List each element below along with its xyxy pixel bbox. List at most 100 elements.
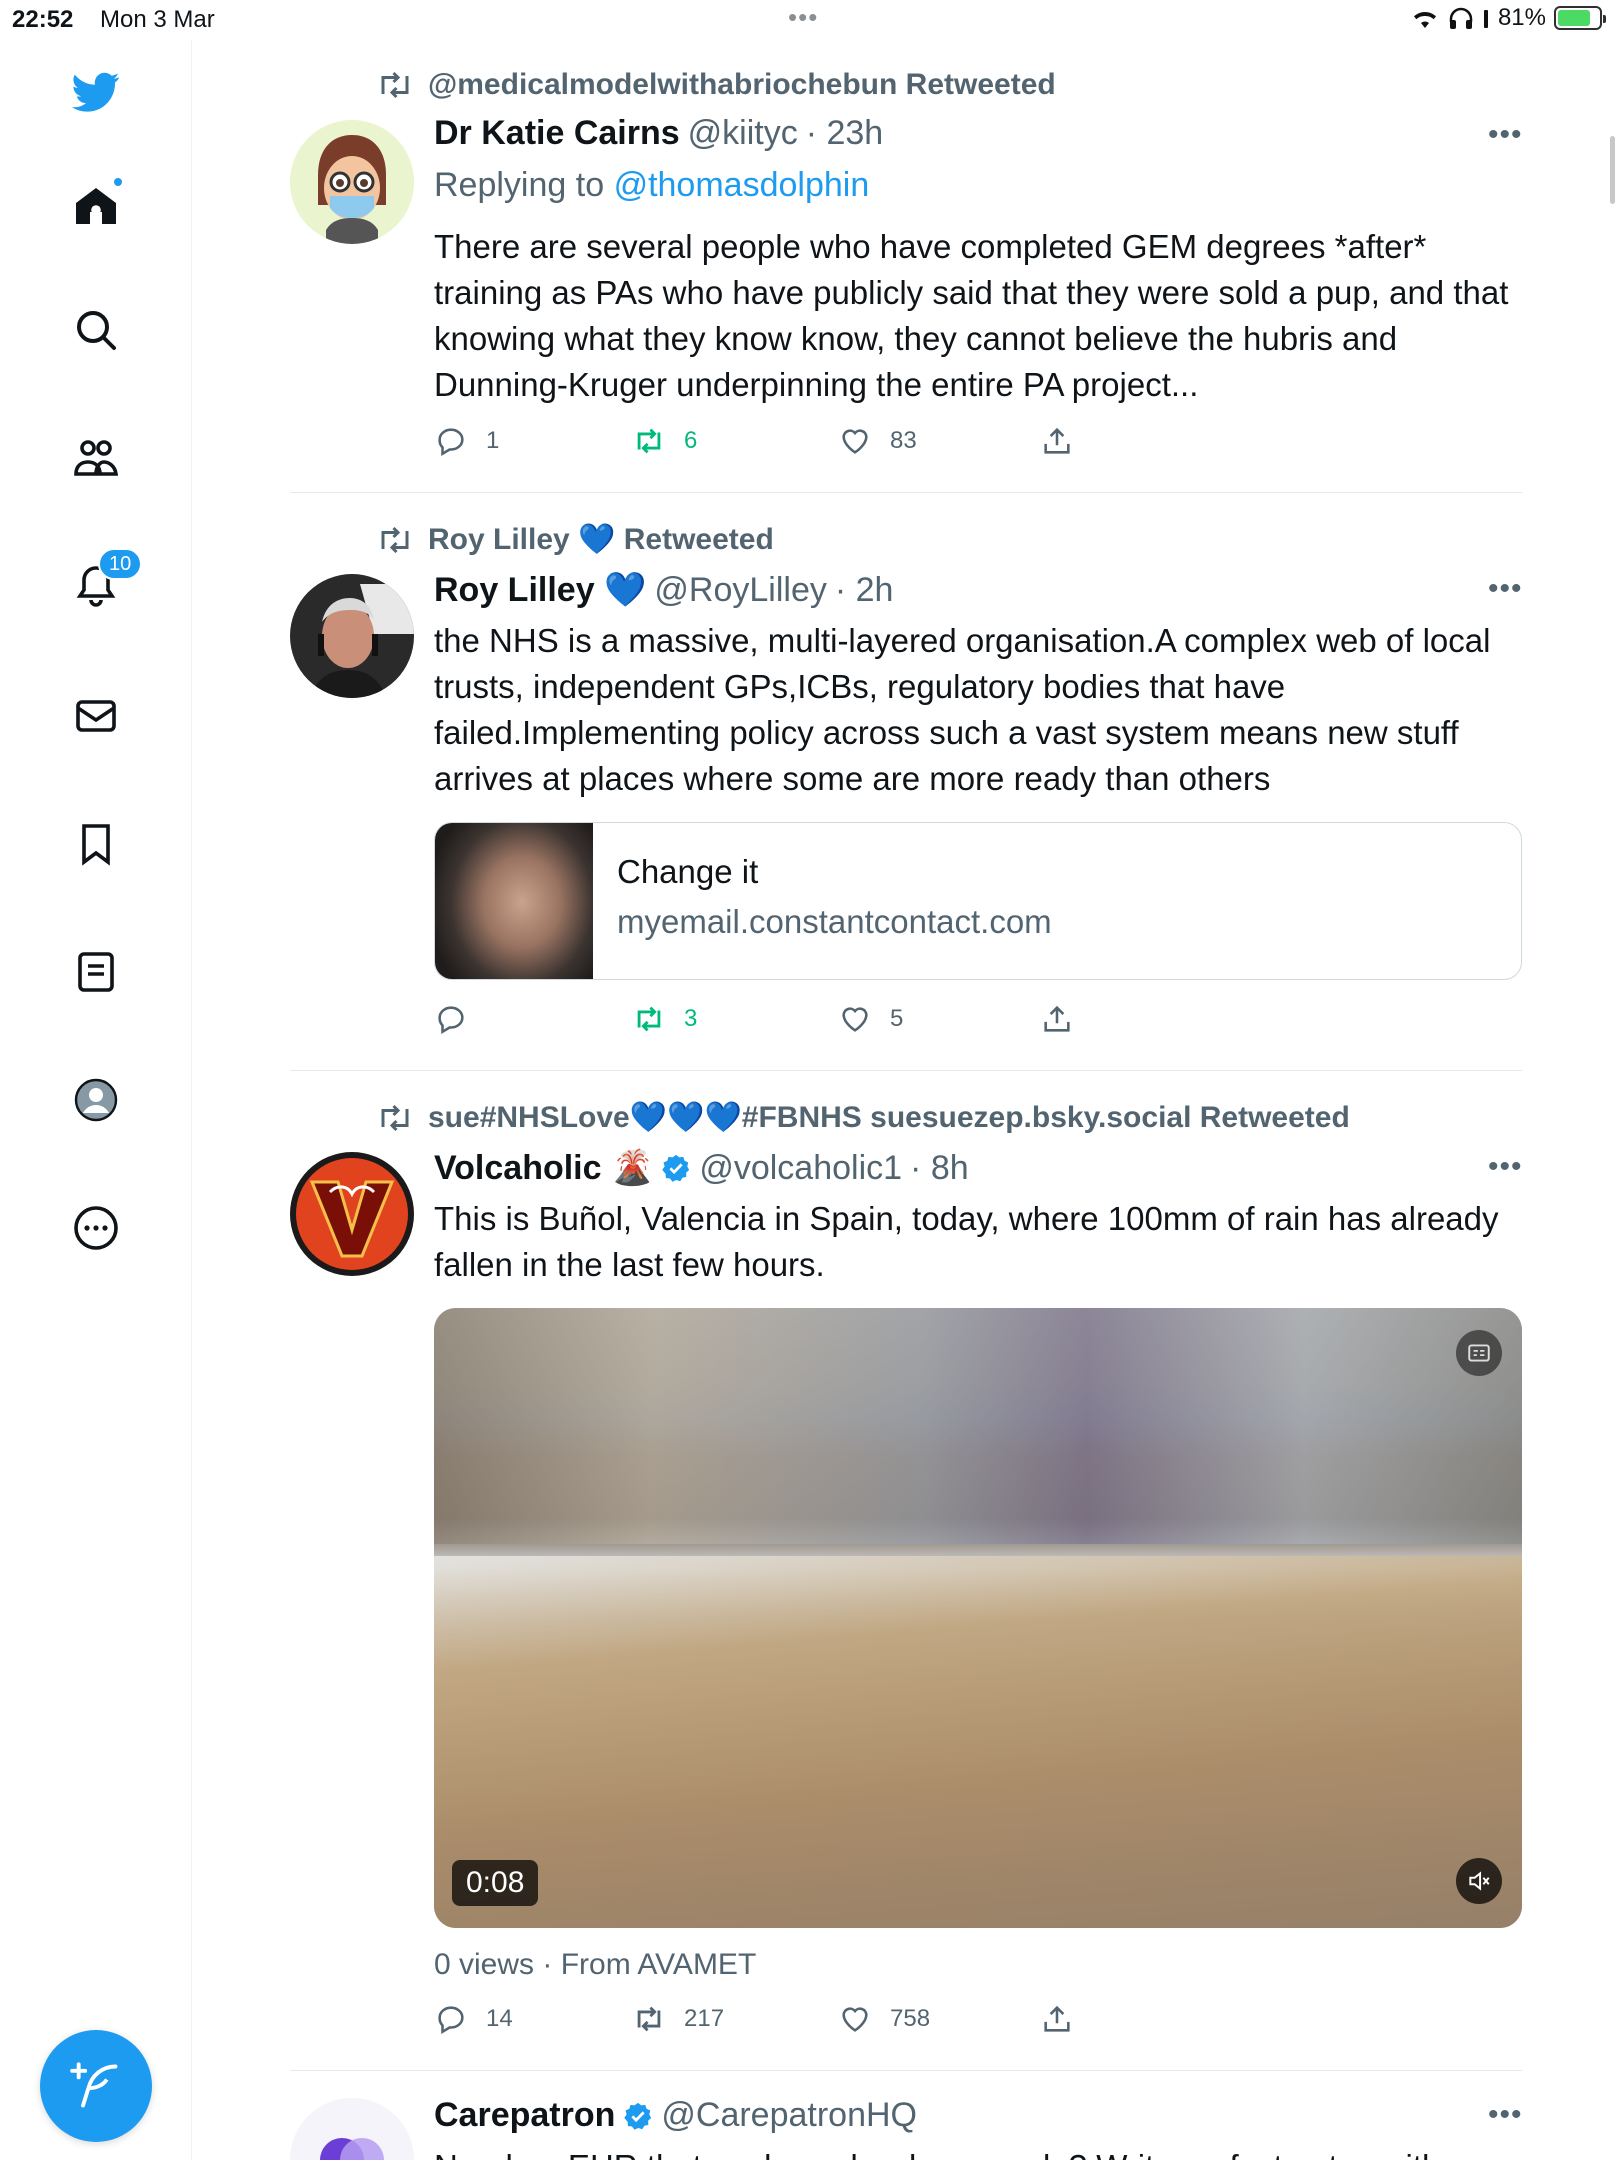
scrollbar[interactable] (1610, 136, 1615, 204)
avatar[interactable] (290, 2098, 414, 2160)
author-name[interactable]: Carepatron (434, 2096, 615, 2135)
tweet-time[interactable]: · 23h (806, 114, 884, 153)
heart-icon (842, 1007, 868, 1032)
multitasking-dots[interactable]: ••• (788, 2, 818, 33)
twitter-logo[interactable] (66, 62, 126, 122)
tweet-header: Dr Katie Cairns @kiityc · 23h (434, 114, 883, 153)
share-icon (1044, 427, 1070, 454)
like-button[interactable]: 758 (838, 2002, 930, 2036)
nav-notifications[interactable]: 10 (66, 548, 143, 616)
retweet-icon (381, 1104, 409, 1131)
author-handle[interactable]: @volcaholic1 (699, 1149, 902, 1188)
card-thumbnail (435, 823, 593, 979)
divider (290, 492, 1522, 493)
tweet-text: This is Buñol, Valencia in Spain, today,… (434, 1200, 1499, 1283)
link-card[interactable]: Change it myemail.constantcontact.com (434, 822, 1522, 980)
status-right: 81% (1410, 4, 1606, 32)
retweet-context: Roy Lilley 💙 Retweeted (376, 522, 774, 557)
author-name[interactable]: Volcaholic 🌋 (434, 1148, 653, 1188)
verified-badge-icon (662, 1154, 690, 1182)
share-icon (1044, 1005, 1070, 1032)
video-duration: 0:08 (452, 1860, 539, 1906)
retweet-button[interactable]: 3 (632, 1002, 697, 1036)
tweet-text: There are several people who have comple… (434, 228, 1509, 403)
more-options-icon[interactable]: ••• (1488, 118, 1523, 152)
nav-home[interactable] (66, 176, 126, 236)
divider (290, 2070, 1522, 2071)
like-count: 5 (890, 1005, 904, 1032)
reply-button[interactable] (434, 1002, 486, 1036)
reply-count: 14 (486, 2005, 513, 2032)
tweet-header: Volcaholic 🌋 @volcaholic1 · 8h (434, 1148, 969, 1188)
status-time: 22:52 (12, 6, 74, 33)
reply-icon (438, 2006, 464, 2035)
battery-percent: 81% (1497, 4, 1546, 31)
search-icon (77, 311, 116, 350)
more-options-icon[interactable]: ••• (1488, 572, 1523, 606)
reply-button[interactable]: 14 (434, 2002, 513, 2036)
carepatron-logo-avatar (290, 2098, 414, 2160)
tweet-time[interactable]: · 2h (835, 571, 894, 610)
wifi-icon (1413, 12, 1436, 28)
nav-communities[interactable] (66, 428, 126, 488)
reply-count: 1 (486, 427, 500, 454)
signal-icon (1483, 10, 1488, 28)
like-count: 83 (890, 427, 917, 454)
more-options-icon[interactable]: ••• (1488, 2098, 1523, 2132)
home-new-dot (112, 176, 124, 188)
compose-feather-icon (70, 2062, 118, 2108)
home-icon (76, 188, 116, 224)
retweet-icon (637, 428, 661, 454)
retweeted-by: Roy Lilley 💙 Retweeted (428, 523, 774, 556)
nav-search[interactable] (66, 300, 126, 360)
mute-icon[interactable] (1456, 1858, 1502, 1904)
nav-profile[interactable] (66, 1070, 126, 1130)
reply-button[interactable]: 1 (434, 424, 499, 458)
author-name[interactable]: Roy Lilley 💙 (434, 570, 646, 610)
share-button[interactable] (1040, 2002, 1074, 2036)
tweet-text: Need an EHR that works as hard as you do… (434, 2144, 1524, 2160)
like-button[interactable]: 5 (838, 1002, 903, 1036)
video-frame-floodwater (434, 1556, 1522, 1928)
retweeted-by: @medicalmodelwithabriochebun Retweeted (428, 68, 1056, 101)
like-count: 758 (890, 2005, 931, 2032)
nav-messages[interactable] (66, 686, 126, 746)
author-handle[interactable]: @kiityc (688, 114, 798, 153)
nav-lists[interactable] (66, 942, 126, 1002)
heart-icon (842, 2007, 868, 2032)
memoji-avatar-image (290, 120, 414, 244)
retweet-context: sue#NHSLove💙💙💙#FBNHS suesuezep.bsky.soci… (376, 1100, 1350, 1135)
avatar[interactable] (290, 574, 414, 698)
share-button[interactable] (1040, 1002, 1074, 1036)
avatar[interactable] (290, 1152, 414, 1276)
notifications-badge: 10 (98, 548, 143, 580)
more-icon (74, 1206, 118, 1250)
like-button[interactable]: 83 (838, 424, 917, 458)
video-frame-wall (434, 1308, 1522, 1544)
retweet-icon (637, 2006, 661, 2032)
replying-mention[interactable]: @thomasdolphin (614, 166, 870, 204)
divider (290, 1070, 1522, 1071)
captions-icon[interactable] (1456, 1330, 1502, 1376)
retweet-context: @medicalmodelwithabriochebun Retweeted (376, 68, 1056, 102)
status-date: Mon 3 Mar (100, 6, 215, 33)
author-handle[interactable]: @RoyLilley (654, 571, 826, 610)
compose-tweet-button[interactable] (40, 2030, 152, 2142)
retweet-count: 217 (684, 2005, 725, 2032)
nav-bookmarks[interactable] (66, 814, 126, 874)
video-player[interactable]: 0:08 (434, 1308, 1522, 1928)
author-name[interactable]: Dr Katie Cairns (434, 114, 680, 153)
author-handle[interactable]: @CarepatronHQ (661, 2096, 917, 2135)
card-title: Change it (617, 853, 759, 890)
retweet-button[interactable]: 217 (632, 2002, 724, 2036)
retweeted-by: sue#NHSLove💙💙💙#FBNHS suesuezep.bsky.soci… (428, 1101, 1350, 1134)
retweet-count: 6 (684, 427, 698, 454)
retweet-button[interactable]: 6 (632, 424, 697, 458)
share-button[interactable] (1040, 424, 1074, 458)
retweet-count: 3 (684, 1005, 698, 1032)
reply-icon (438, 1006, 464, 1035)
tweet-time[interactable]: · 8h (910, 1149, 969, 1188)
avatar[interactable] (290, 120, 414, 244)
more-options-icon[interactable]: ••• (1488, 1150, 1523, 1184)
nav-more[interactable] (66, 1198, 126, 1258)
